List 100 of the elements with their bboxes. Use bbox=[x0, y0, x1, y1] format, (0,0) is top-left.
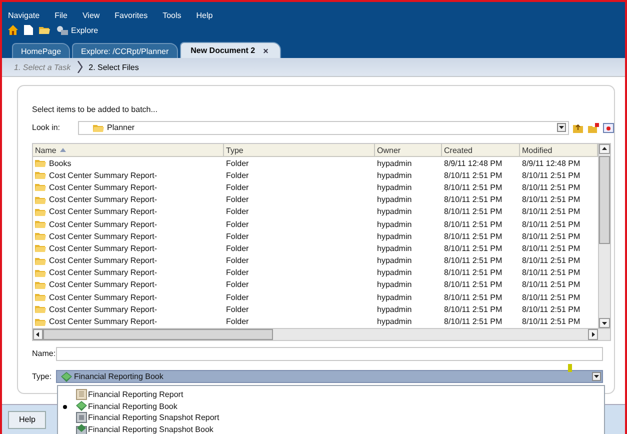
menu-item[interactable]: Favorites bbox=[114, 10, 148, 20]
table-cell-text: Folder bbox=[225, 218, 250, 230]
table-cell-text: 8/10/11 2:51 PM bbox=[443, 206, 504, 218]
table-cell-text: hypadmin bbox=[376, 316, 413, 328]
file-name-cell[interactable]: Cost Center Summary Report- bbox=[33, 181, 224, 194]
table-cell-text: 8/10/11 2:51 PM bbox=[521, 170, 582, 182]
table-cell-text: Folder bbox=[225, 182, 250, 194]
column-header[interactable]: Type bbox=[224, 144, 375, 157]
horizontal-scrollbar[interactable] bbox=[33, 328, 610, 340]
menu-item[interactable]: Navigate bbox=[8, 10, 40, 20]
column-header[interactable]: Owner bbox=[375, 144, 442, 157]
table-cell-text: hypadmin bbox=[376, 158, 413, 170]
file-name-cell[interactable]: Cost Center Summary Report- bbox=[33, 242, 224, 254]
help-button[interactable]: Help bbox=[8, 410, 46, 428]
table-cell-text: Folder bbox=[225, 279, 250, 292]
column-header[interactable]: Modified bbox=[520, 144, 598, 157]
close-icon[interactable]: × bbox=[263, 46, 268, 56]
type-dropdown[interactable]: Financial Reporting Book bbox=[56, 370, 603, 384]
table-cell-text: 8/10/11 2:51 PM bbox=[521, 242, 582, 254]
home-icon[interactable] bbox=[8, 25, 18, 35]
folder-icon bbox=[35, 206, 46, 217]
table-cell-text: 8/10/11 2:51 PM bbox=[521, 304, 582, 316]
menu-item[interactable]: Tools bbox=[162, 10, 182, 20]
column-header[interactable]: Created bbox=[442, 144, 520, 157]
table-cell-text: 8/10/11 2:51 PM bbox=[443, 230, 504, 242]
folder-icon bbox=[35, 182, 46, 192]
table-cell-text: 8/10/11 2:51 PM bbox=[443, 242, 504, 254]
table-cell-text: hypadmin bbox=[376, 194, 413, 206]
table-cell-text: hypadmin bbox=[376, 255, 413, 267]
view-icon[interactable] bbox=[603, 122, 614, 132]
breadcrumb-step[interactable]: 2. Select Files bbox=[88, 62, 139, 72]
file-name-cell[interactable]: Cost Center Summary Report- bbox=[33, 266, 224, 279]
folder-icon bbox=[35, 280, 46, 290]
field-label: Look in: bbox=[32, 123, 62, 132]
table-cell-text: Folder bbox=[225, 255, 250, 267]
file-name-cell[interactable]: Cost Center Summary Report- bbox=[33, 315, 224, 328]
document-icon[interactable] bbox=[24, 25, 33, 35]
snapshot-book-icon bbox=[76, 424, 87, 434]
name-input-field[interactable] bbox=[56, 346, 603, 361]
look-in-dropdown[interactable]: Planner bbox=[78, 120, 569, 134]
folder-icon bbox=[35, 194, 46, 205]
table-cell-text: 8/10/11 2:51 PM bbox=[443, 182, 504, 194]
vertical-scrollbar[interactable] bbox=[598, 144, 610, 328]
table-cell-text: 8/10/11 2:51 PM bbox=[521, 255, 582, 267]
menu-item[interactable]: View bbox=[82, 10, 100, 20]
table-cell-text: hypadmin bbox=[376, 242, 413, 254]
file-name-cell[interactable]: Cost Center Summary Report- bbox=[33, 303, 224, 316]
file-name-cell[interactable]: Cost Center Summary Report- bbox=[33, 169, 224, 182]
table-cell-text: 8/9/11 12:48 PM bbox=[521, 158, 582, 170]
folder-icon bbox=[93, 122, 104, 132]
file-name-cell[interactable]: Books bbox=[33, 157, 224, 170]
dropdown-option[interactable]: Financial Reporting Snapshot Book bbox=[58, 424, 604, 434]
table-cell-text: 8/10/11 2:51 PM bbox=[443, 292, 504, 304]
file-name-cell[interactable]: Cost Center Summary Report- bbox=[33, 230, 224, 242]
menu-item[interactable]: File bbox=[54, 10, 68, 20]
file-name-cell[interactable]: Cost Center Summary Report- bbox=[33, 254, 224, 267]
folder-up-icon[interactable] bbox=[573, 122, 584, 132]
file-name-cell[interactable]: Cost Center Summary Report- bbox=[33, 218, 224, 230]
dropdown-option[interactable]: Financial Reporting Book bbox=[58, 400, 604, 412]
instruction-text: Select items to be added to batch... bbox=[32, 105, 158, 116]
table-cell-text: Folder bbox=[225, 170, 250, 182]
menu-item[interactable]: Help bbox=[196, 10, 213, 20]
table-cell-text: 8/10/11 2:51 PM bbox=[521, 206, 582, 218]
table-cell-text: 8/10/11 2:51 PM bbox=[443, 316, 504, 328]
field-label: Name: bbox=[32, 349, 56, 358]
book-icon bbox=[61, 372, 72, 382]
file-name-cell[interactable]: Cost Center Summary Report- bbox=[33, 291, 224, 304]
table-cell-text: hypadmin bbox=[376, 292, 413, 304]
new-folder-icon[interactable] bbox=[588, 122, 599, 132]
table-cell-text: Folder bbox=[225, 292, 250, 304]
table-cell-text: hypadmin bbox=[376, 279, 413, 292]
table-cell-text: 8/10/11 2:51 PM bbox=[443, 267, 504, 279]
table-cell-text: Folder bbox=[225, 316, 250, 328]
table-cell-text: Folder bbox=[225, 194, 250, 206]
scroll-down-icon bbox=[599, 318, 610, 328]
scroll-left-icon bbox=[33, 328, 43, 340]
folder-icon bbox=[35, 219, 46, 230]
table-cell-text: hypadmin bbox=[376, 170, 413, 182]
folder-icon bbox=[35, 231, 46, 242]
caret-icon bbox=[559, 126, 564, 129]
folder-icon bbox=[35, 316, 46, 327]
tab[interactable]: Explore: /CCRpt/Planner bbox=[72, 43, 178, 58]
table-cell-text: 8/10/11 2:51 PM bbox=[443, 255, 504, 267]
file-name-cell[interactable]: Cost Center Summary Report- bbox=[33, 194, 224, 206]
tab[interactable]: New Document 2 × bbox=[180, 42, 282, 58]
report-icon bbox=[76, 389, 87, 400]
dropdown-option[interactable]: Financial Reporting Snapshot Report bbox=[58, 412, 604, 424]
file-name-cell[interactable]: Cost Center Summary Report- bbox=[33, 206, 224, 218]
folder-icon bbox=[35, 170, 46, 180]
tab[interactable]: HomePage bbox=[12, 43, 70, 58]
explore-icon bbox=[56, 25, 68, 35]
file-name-cell[interactable]: Cost Center Summary Report- bbox=[33, 278, 224, 292]
table-cell-text: 8/10/11 2:51 PM bbox=[443, 304, 504, 316]
folder-icon[interactable] bbox=[39, 25, 50, 35]
table-cell-text: 8/10/11 2:51 PM bbox=[521, 218, 582, 230]
toolbar-button[interactable]: Explore bbox=[56, 25, 98, 35]
dropdown-option[interactable]: Financial Reporting Report bbox=[58, 389, 604, 401]
table-cell-text: hypadmin bbox=[376, 206, 413, 218]
column-header[interactable]: Name bbox=[33, 144, 224, 157]
table-cell-text: hypadmin bbox=[376, 304, 413, 316]
